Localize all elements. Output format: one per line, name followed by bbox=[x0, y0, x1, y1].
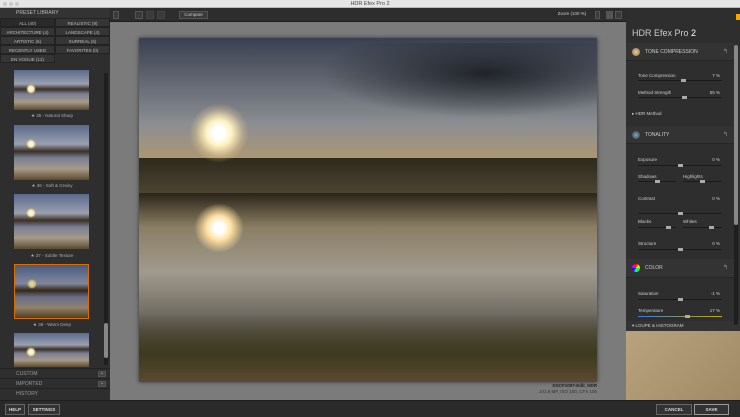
reset-icon[interactable]: ↰ bbox=[723, 259, 728, 277]
cancel-button[interactable]: CANCEL bbox=[656, 404, 692, 415]
shadows-label: Shadows bbox=[638, 174, 657, 179]
exposure-slider[interactable] bbox=[638, 164, 722, 167]
scrollbar-thumb[interactable] bbox=[104, 323, 108, 358]
structure-slider[interactable] bbox=[638, 248, 722, 251]
single-view-icon[interactable] bbox=[135, 11, 143, 19]
zoom-select[interactable]: Zoom (100 %) bbox=[550, 11, 594, 19]
structure-value: 0 % bbox=[712, 241, 720, 246]
preview-image[interactable] bbox=[139, 38, 597, 382]
footer-bar: HELP SETTINGS CANCEL SAVE bbox=[0, 400, 740, 417]
preset-thumbnail[interactable] bbox=[14, 333, 89, 367]
category-all[interactable]: ALL (40) bbox=[0, 18, 55, 27]
color-wheel-icon bbox=[632, 264, 640, 272]
structure-label: Structure bbox=[638, 241, 657, 246]
section-history[interactable]: HISTORY bbox=[0, 388, 110, 400]
tone-compression-value: 7 % bbox=[712, 73, 720, 78]
tone-compression-slider[interactable] bbox=[638, 79, 722, 82]
help-button[interactable]: HELP bbox=[5, 404, 25, 415]
title-bar: HDR Efex Pro 2 bbox=[0, 0, 740, 8]
saturation-value: -1 % bbox=[710, 291, 720, 296]
section-imported[interactable]: IMPORTED + bbox=[0, 378, 110, 388]
image-info: 101.8 MP, ISO 100, CFX 100 bbox=[539, 389, 597, 394]
preset-thumbnail[interactable] bbox=[14, 194, 89, 249]
reset-icon[interactable]: ↰ bbox=[723, 126, 728, 144]
split-view-icon[interactable] bbox=[146, 11, 154, 19]
preset-label: ★ 38 - Warm Deep bbox=[32, 322, 72, 327]
exposure-label: Exposure bbox=[638, 157, 658, 162]
blacks-label: Blacks bbox=[638, 219, 652, 224]
preset-label: ★ 35 - Natural Sharp bbox=[30, 113, 74, 118]
side-by-side-view-icon[interactable] bbox=[157, 11, 165, 19]
scrollbar-thumb[interactable] bbox=[734, 45, 738, 225]
image-filename: DSCF1097-Edit_HDR bbox=[552, 383, 597, 388]
preset-scrollbar[interactable] bbox=[104, 73, 108, 365]
tonality-header[interactable]: TONALITY ↰ bbox=[626, 126, 734, 144]
category-landscape[interactable]: LANDSCAPE (4) bbox=[55, 27, 110, 36]
contrast-label: Contrast bbox=[638, 196, 656, 201]
loupe-icon[interactable] bbox=[606, 11, 613, 19]
whites-slider[interactable] bbox=[683, 226, 722, 229]
tone-compression-label: Tone Compression bbox=[638, 73, 676, 78]
preset-library-title: PRESET LIBRARY bbox=[16, 10, 59, 16]
highlights-slider[interactable] bbox=[683, 180, 722, 183]
custom-label: CUSTOM bbox=[16, 371, 38, 377]
loupe-histogram-header[interactable]: ▾ LOUPE & HISTOGRAM bbox=[626, 321, 740, 331]
toggle-panel-icon[interactable] bbox=[615, 11, 622, 19]
exposure-value: 0 % bbox=[712, 157, 720, 162]
nik-collection-logo bbox=[736, 14, 740, 20]
method-strength-label: Method Strength bbox=[638, 90, 672, 95]
highlights-label: Highlights bbox=[683, 174, 703, 179]
shadows-slider[interactable] bbox=[638, 180, 676, 183]
product-title: HDR Efex Pro 2 bbox=[632, 28, 697, 38]
preset-library-header[interactable]: PRESET LIBRARY bbox=[0, 8, 110, 18]
sun-icon bbox=[632, 48, 640, 56]
preset-library-panel: PRESET LIBRARY ALL (40) REALISTIC (9) AR… bbox=[0, 8, 110, 400]
temperature-value: 17 % bbox=[709, 308, 720, 313]
loupe-preview bbox=[626, 331, 740, 400]
temperature-slider[interactable] bbox=[638, 315, 722, 318]
method-strength-slider[interactable] bbox=[638, 96, 722, 99]
preset-thumbnail[interactable] bbox=[14, 125, 89, 180]
saturation-slider[interactable] bbox=[638, 298, 722, 301]
panel-scrollbar[interactable] bbox=[734, 45, 738, 325]
settings-button[interactable]: SETTINGS bbox=[28, 404, 60, 415]
category-surreal[interactable]: SURREAL (5) bbox=[55, 36, 110, 45]
preset-label: ★ 36 - Soft & Grainy bbox=[31, 183, 73, 188]
category-artistic[interactable]: ARTISTIC (6) bbox=[0, 36, 55, 45]
tonality-icon bbox=[632, 131, 640, 139]
toggle-library-icon[interactable] bbox=[113, 11, 119, 19]
save-button[interactable]: SAVE bbox=[694, 404, 729, 415]
blacks-slider[interactable] bbox=[638, 226, 676, 229]
preset-thumbnail-selected[interactable] bbox=[14, 264, 89, 319]
import-icon[interactable]: + bbox=[98, 381, 106, 387]
tone-compression-header[interactable]: TONE COMPRESSION ↰ bbox=[626, 43, 734, 61]
section-custom[interactable]: CUSTOM + bbox=[0, 368, 110, 378]
method-strength-value: 55 % bbox=[709, 90, 720, 95]
color-header[interactable]: COLOR ↰ bbox=[626, 259, 734, 278]
reset-icon[interactable]: ↰ bbox=[723, 43, 728, 61]
preset-thumbnail[interactable] bbox=[14, 70, 89, 110]
category-recently-used[interactable]: RECENTLY USED bbox=[0, 45, 55, 54]
saturation-label: Saturation bbox=[638, 291, 659, 296]
category-realistic[interactable]: REALISTIC (9) bbox=[55, 18, 110, 27]
category-favorites[interactable]: FAVORITES (0) bbox=[55, 45, 110, 54]
window-title: HDR Efex Pro 2 bbox=[350, 1, 390, 7]
category-en-vogue[interactable]: EN VOGUE (12) bbox=[0, 54, 55, 63]
compare-button[interactable]: Compare bbox=[179, 11, 208, 19]
contrast-value: 0 % bbox=[712, 196, 720, 201]
history-label: HISTORY bbox=[16, 391, 39, 397]
imported-label: IMPORTED bbox=[16, 381, 43, 387]
preset-label: ★ 37 - Subtle Texture bbox=[30, 253, 74, 258]
contrast-slider[interactable] bbox=[638, 212, 722, 215]
temperature-label: Temperature bbox=[638, 308, 664, 313]
add-custom-icon[interactable]: + bbox=[98, 371, 106, 377]
toolbar: Compare Zoom (100 %) bbox=[110, 8, 626, 22]
zoom-dropdown-icon[interactable] bbox=[595, 11, 600, 19]
whites-label: Whites bbox=[683, 219, 697, 224]
hdr-method-toggle[interactable]: ▸ HDR Method bbox=[632, 111, 662, 117]
category-architecture[interactable]: ARCHITECTURE (4) bbox=[0, 27, 55, 36]
